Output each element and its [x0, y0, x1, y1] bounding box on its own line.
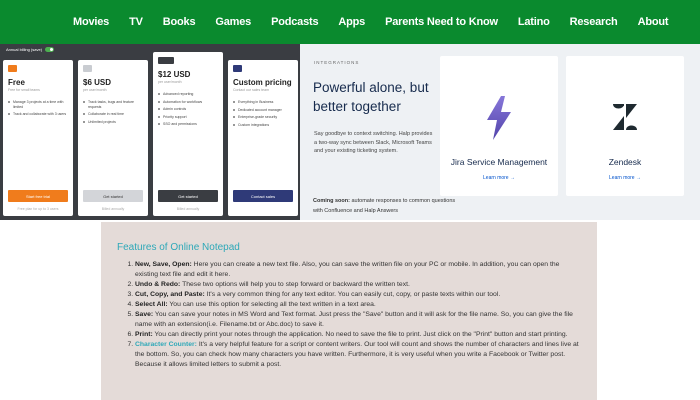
- zendesk-learn-more-link[interactable]: Learn more →: [566, 175, 684, 181]
- section-title: Features of Online Notepad: [117, 242, 240, 253]
- plan-icon: [233, 65, 242, 72]
- plan-feature: Manage 3 projects at a time with limited: [8, 100, 68, 109]
- plan-footnote: Billed annually: [176, 207, 200, 211]
- list-item: Save: You can save your notes in MS Word…: [135, 310, 581, 330]
- plan-feature: Everything in Business: [233, 100, 293, 105]
- contact-sales-button[interactable]: Contact sales: [233, 190, 293, 202]
- feature-label: Print:: [135, 331, 153, 338]
- plan-feature: Admin controls: [158, 107, 218, 112]
- notepad-features-section: Features of Online Notepad New, Save, Op…: [101, 222, 597, 400]
- nav-tv[interactable]: TV: [129, 16, 143, 28]
- plan-name: $6 USD: [83, 78, 112, 87]
- nav-podcasts[interactable]: Podcasts: [271, 16, 319, 28]
- plan-subtitle: per user/month: [83, 88, 107, 92]
- plan-feature: Automation for workflows: [158, 100, 218, 105]
- nav-apps[interactable]: Apps: [338, 16, 365, 28]
- zendesk-name: Zendesk: [608, 157, 642, 167]
- plan-name: Custom pricing: [233, 78, 292, 87]
- jira-lightning-icon: [487, 96, 511, 140]
- nav-latino[interactable]: Latino: [518, 16, 550, 28]
- feature-text: These two options will help you to step …: [180, 281, 410, 288]
- plan-footnote: Billed annually: [101, 207, 125, 211]
- integrations-headline: Powerful alone, but better together: [313, 80, 429, 114]
- plan-icon: [8, 65, 17, 72]
- plan-card-business: $12 USD per user/month Advanced reportin…: [153, 52, 223, 216]
- list-item: Select All: You can use this option for …: [135, 300, 581, 310]
- feature-label: Character Counter:: [135, 341, 197, 348]
- billing-label: Annual billing (save): [6, 47, 43, 52]
- feature-text: It's a very helpful feature for a script…: [135, 341, 579, 368]
- plan-card-standard: $6 USD per user/month Track tasks, bugs …: [78, 60, 148, 216]
- get-started-button[interactable]: Get started: [83, 190, 143, 202]
- coming-soon-note: Coming soon: automate responses to commo…: [313, 196, 463, 216]
- jira-learn-more-link[interactable]: Learn more →: [440, 175, 558, 181]
- feature-list: New, Save, Open: Here you can create a n…: [117, 260, 581, 370]
- feature-text: Here you can create a new text file. Als…: [135, 261, 560, 278]
- list-item: Print: You can directly print your notes…: [135, 330, 581, 340]
- integrations-panel: INTEGRATIONS Powerful alone, but better …: [300, 44, 700, 220]
- zendesk-logo-icon: [613, 104, 637, 130]
- plan-card-free: Free Free for small teams Manage 3 proje…: [3, 60, 73, 216]
- list-item: New, Save, Open: Here you can create a n…: [135, 260, 581, 280]
- nav-games[interactable]: Games: [215, 16, 251, 28]
- plan-feature: Collaborate in real time: [83, 112, 143, 117]
- feature-label: Save:: [135, 311, 154, 318]
- feature-label: Select All:: [135, 301, 168, 308]
- nav-parents-need-to-know[interactable]: Parents Need to Know: [385, 16, 498, 28]
- jira-tile[interactable]: Jira Service Management Learn more →: [440, 56, 558, 196]
- feature-label: Undo & Redo:: [135, 281, 181, 288]
- nav-research[interactable]: Research: [570, 16, 618, 28]
- billing-toggle-row: Annual billing (save): [6, 47, 55, 52]
- billing-toggle[interactable]: [45, 47, 55, 52]
- pricing-panel: Annual billing (save) Free Free for smal…: [0, 44, 300, 220]
- plan-feature: Priority support: [158, 115, 218, 120]
- feature-text: You can directly print your notes throug…: [152, 331, 568, 338]
- feature-label: New, Save, Open:: [135, 261, 192, 268]
- top-nav: Movies TV Books Games Podcasts Apps Pare…: [0, 0, 700, 44]
- plan-card-enterprise: Custom pricing Contact our sales team Ev…: [228, 60, 298, 216]
- nav-books[interactable]: Books: [163, 16, 196, 28]
- plan-subtitle: per user/month: [158, 80, 182, 84]
- plan-feature: SSO and permissions: [158, 122, 218, 127]
- start-free-button[interactable]: Start free trial: [8, 190, 68, 202]
- zendesk-tile[interactable]: Zendesk Learn more →: [566, 56, 684, 196]
- nav-about[interactable]: About: [638, 16, 669, 28]
- plan-subtitle: Free for small teams: [8, 88, 40, 92]
- plan-name: $12 USD: [158, 70, 191, 79]
- plan-subtitle: Contact our sales team: [233, 88, 269, 92]
- plan-feature: Advanced reporting: [158, 92, 218, 97]
- get-started-button[interactable]: Get started: [158, 190, 218, 202]
- integrations-description: Say goodbye to context switching. Halp p…: [314, 131, 433, 154]
- jira-name: Jira Service Management: [450, 157, 548, 167]
- integrations-eyebrow: INTEGRATIONS: [314, 60, 360, 65]
- plan-name: Free: [8, 78, 25, 87]
- plan-feature: Unlimited projects: [83, 120, 143, 125]
- feature-text: You can save your notes in MS Word and T…: [135, 311, 573, 328]
- feature-label: Cut, Copy, and Paste:: [135, 291, 205, 298]
- plan-icon: [83, 65, 92, 72]
- plan-feature: Track and collaborate with 3 users: [8, 112, 68, 117]
- nav-movies[interactable]: Movies: [73, 16, 109, 28]
- coming-soon-label: Coming soon:: [313, 198, 350, 204]
- list-item: Character Counter: It's a very helpful f…: [135, 340, 581, 370]
- plan-feature: Enterprise-grade security: [233, 115, 293, 120]
- list-item: Undo & Redo: These two options will help…: [135, 280, 581, 290]
- list-item: Cut, Copy, and Paste: It's a very common…: [135, 290, 581, 300]
- plan-feature: Dedicated account manager: [233, 108, 293, 113]
- plan-badge: [158, 57, 174, 64]
- feature-text: It's a very common thing for any text ed…: [204, 291, 501, 298]
- plan-feature: Track tasks, bugs and feature requests: [83, 100, 143, 109]
- plan-feature: Custom integrations: [233, 123, 293, 128]
- plan-footnote: Free plan for up to 3 users: [17, 207, 59, 211]
- feature-text: You can use this option for selecting al…: [167, 301, 376, 308]
